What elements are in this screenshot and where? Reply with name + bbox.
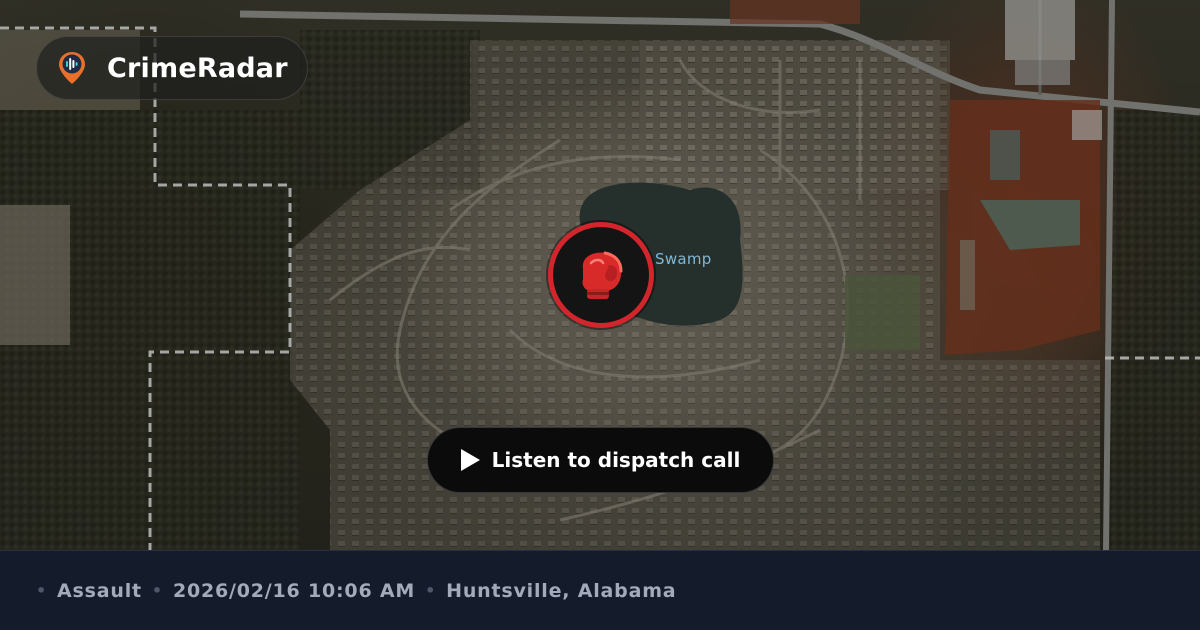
separator-dot: •: [425, 581, 437, 600]
incident-location: Huntsville, Alabama: [446, 579, 677, 602]
map-pin-radar-icon: [55, 51, 89, 85]
separator-dot: •: [151, 581, 163, 600]
boxing-glove-icon: [582, 251, 623, 299]
brand-name: CrimeRadar: [107, 52, 288, 84]
incident-info-bar: • Assault • 2026/02/16 10:06 AM • Huntsv…: [0, 550, 1200, 630]
listen-dispatch-button[interactable]: Listen to dispatch call: [427, 427, 774, 493]
listen-button-label: Listen to dispatch call: [491, 448, 741, 472]
separator-dot: •: [36, 581, 48, 600]
map-place-label: Swamp: [655, 250, 712, 268]
incident-datetime: 2026/02/16 10:06 AM: [172, 579, 416, 602]
play-icon: [460, 449, 480, 471]
incident-type: Assault: [57, 579, 142, 602]
incident-marker[interactable]: [548, 222, 654, 328]
brand-pill[interactable]: CrimeRadar: [36, 36, 308, 100]
